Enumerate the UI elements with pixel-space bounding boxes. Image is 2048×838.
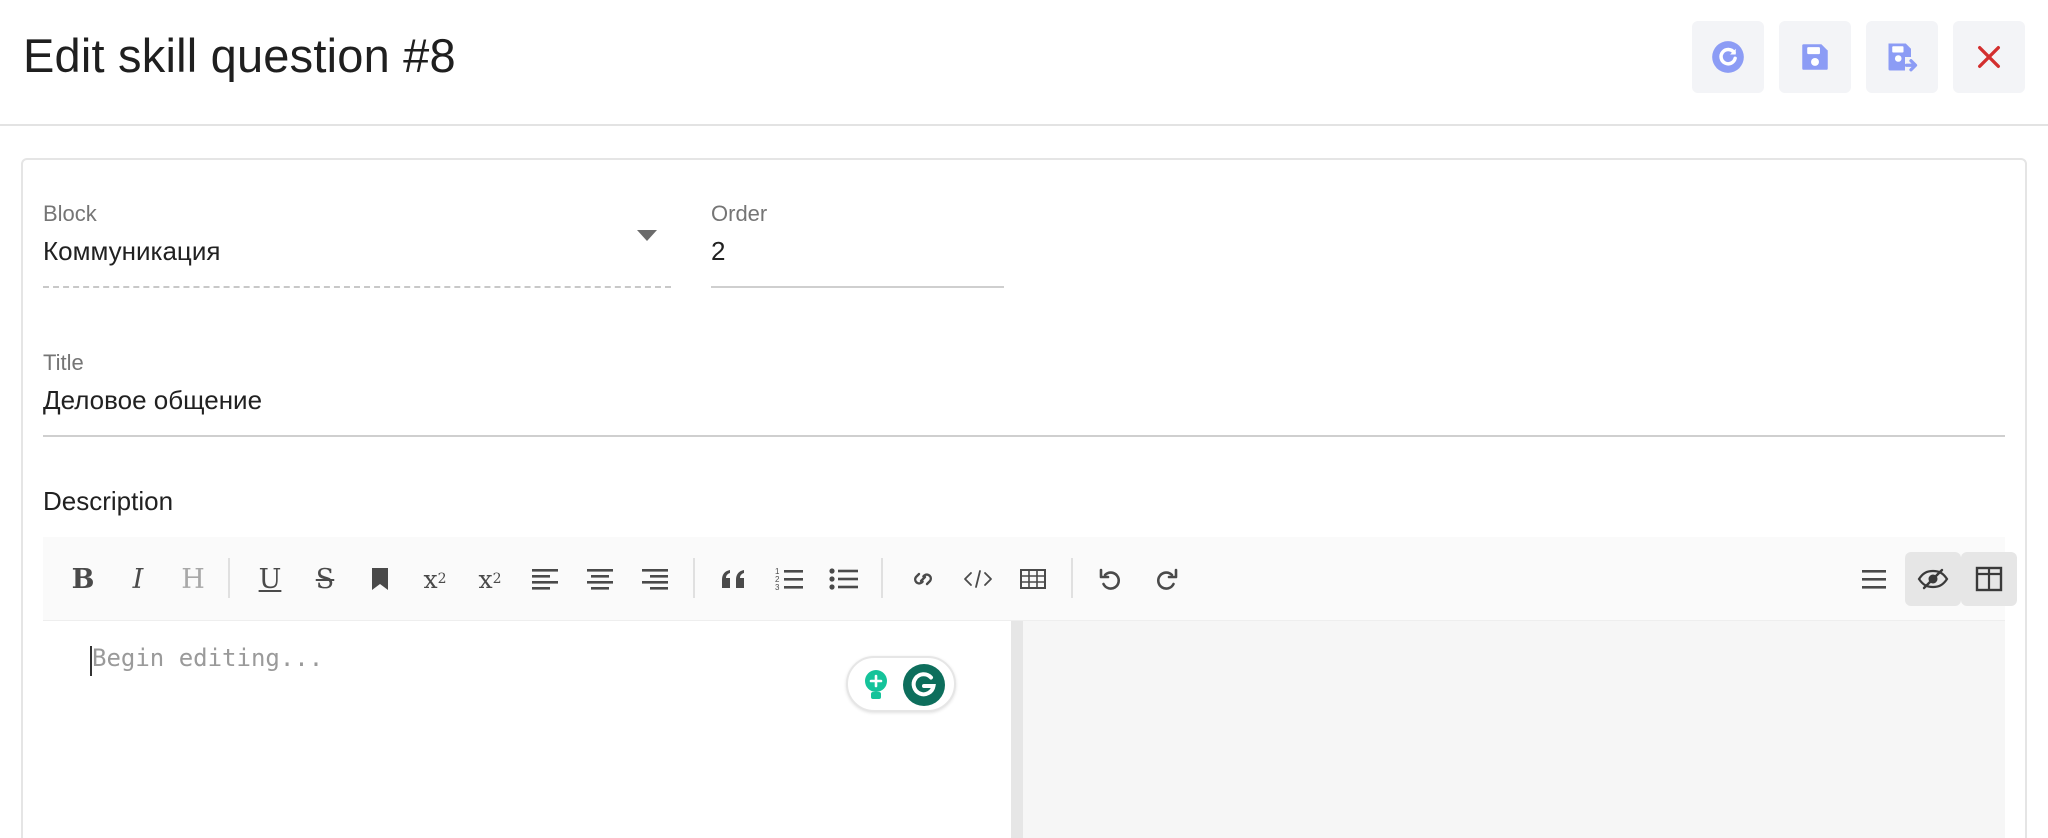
table-icon: [1020, 569, 1046, 589]
underline-icon: U: [258, 563, 282, 595]
subscript-mark: 2: [492, 571, 502, 587]
close-button[interactable]: [1953, 21, 2025, 93]
reload-icon: [1712, 41, 1744, 73]
ordered-list-button[interactable]: 123: [765, 555, 813, 603]
save-and-close-icon: [1888, 43, 1918, 72]
italic-button[interactable]: I: [114, 555, 162, 603]
italic-icon: I: [132, 563, 144, 595]
markdown-editor: B I H U S x2 x2 123: [43, 537, 2017, 838]
split-view-icon: [1975, 566, 2003, 592]
code-icon: [964, 570, 992, 588]
reload-button[interactable]: [1692, 21, 1764, 93]
align-right-icon: [642, 569, 668, 590]
block-select-value[interactable]: Коммуникация: [43, 236, 220, 267]
save-and-close-button[interactable]: [1866, 21, 1938, 93]
undo-button[interactable]: [1087, 555, 1135, 603]
redo-button[interactable]: [1142, 555, 1190, 603]
title-underline: [43, 435, 2005, 437]
redo-icon: [1157, 568, 1178, 590]
align-center-icon: [587, 569, 613, 590]
heading-icon: H: [181, 563, 205, 595]
bold-button[interactable]: B: [59, 555, 107, 603]
text-cursor: [90, 646, 92, 676]
toolbar-separator: [228, 558, 230, 598]
table-button[interactable]: [1009, 555, 1057, 603]
blockquote-button[interactable]: [710, 555, 758, 603]
lightbulb-icon: [865, 670, 887, 699]
preview-pane: [1023, 621, 2005, 838]
page-title: Edit skill question #8: [23, 29, 456, 82]
dropdown-arrow-icon[interactable]: [637, 230, 657, 241]
order-underline: [711, 286, 1004, 288]
bullet-list-button[interactable]: [820, 555, 868, 603]
link-button[interactable]: [899, 555, 947, 603]
heading-button[interactable]: H: [169, 555, 217, 603]
editor-placeholder: Begin editing...: [92, 644, 324, 672]
description-label: Description: [43, 486, 174, 516]
toolbar-separator: [881, 558, 883, 598]
bullet-list-icon: [829, 568, 858, 590]
strikethrough-icon: S: [315, 563, 335, 595]
close-icon: [1978, 46, 2000, 68]
toolbar-separator: [693, 558, 695, 598]
toolbar-separator: [1071, 558, 1073, 598]
ordered-list-icon: 123: [775, 567, 803, 592]
order-label: Order: [711, 201, 768, 226]
title-label: Title: [43, 350, 84, 375]
editor-toolbar: B I H U S x2 x2 123: [43, 537, 2017, 621]
title-input[interactable]: Деловое общение: [43, 385, 262, 416]
pane-divider[interactable]: [1011, 621, 1023, 838]
subscript-icon: x: [478, 564, 493, 594]
code-button[interactable]: [954, 555, 1002, 603]
align-left-button[interactable]: [521, 555, 569, 603]
quote-icon: [722, 570, 744, 588]
bookmark-icon: [372, 568, 388, 590]
align-left-icon: [532, 569, 558, 590]
underline-button[interactable]: U: [246, 555, 294, 603]
menu-icon: [1862, 570, 1886, 589]
grammarly-icon: [903, 664, 945, 706]
eye-off-icon: [1917, 568, 1949, 590]
split-view-button[interactable]: [1961, 552, 2017, 606]
align-right-button[interactable]: [631, 555, 679, 603]
subscript-button[interactable]: x2: [466, 555, 514, 603]
superscript-button[interactable]: x2: [411, 555, 459, 603]
block-select-underline: [43, 286, 671, 288]
header-bar: Edit skill question #8: [0, 0, 2048, 126]
link-icon: [914, 572, 932, 586]
grammarly-widget[interactable]: [846, 656, 956, 712]
toggle-preview-button[interactable]: [1905, 552, 1961, 606]
superscript-mark: 2: [437, 571, 447, 587]
save-icon: [1802, 44, 1828, 70]
superscript-icon: x: [423, 564, 438, 594]
bookmark-button[interactable]: [356, 555, 404, 603]
save-button[interactable]: [1779, 21, 1851, 93]
strikethrough-button[interactable]: S: [301, 555, 349, 603]
bold-icon: B: [71, 563, 95, 595]
align-center-button[interactable]: [576, 555, 624, 603]
block-label: Block: [43, 201, 97, 226]
order-input[interactable]: 2: [711, 236, 725, 267]
undo-icon: [1099, 568, 1120, 590]
menu-button[interactable]: [1850, 555, 1898, 603]
svg-text:3: 3: [775, 583, 780, 592]
